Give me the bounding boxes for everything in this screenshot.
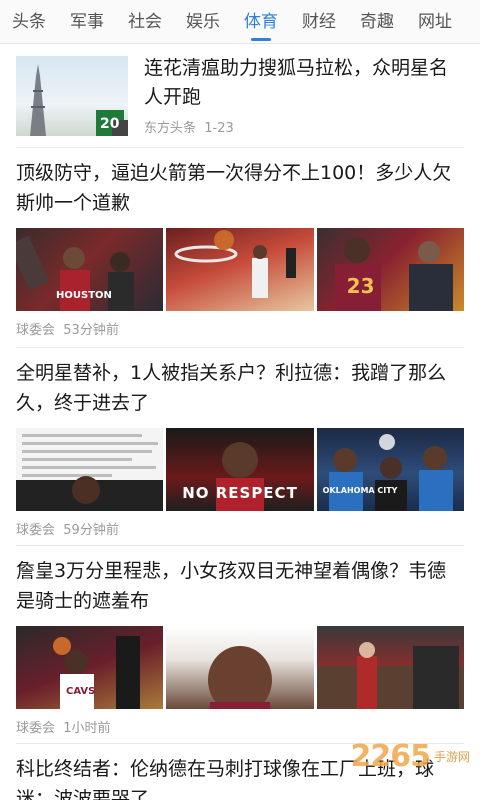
news-title: 全明星替补，1人被指关系户？利拉德：我蹭了那么久，终于进去了 [16, 362, 447, 414]
jersey-text: CAVS [66, 686, 96, 697]
news-image [166, 228, 314, 311]
news-image [166, 626, 314, 709]
thumbnail-sign-text: 20 [100, 116, 120, 132]
news-image-row: CAVS [16, 626, 464, 709]
site-watermark: 2265 手游网 [350, 739, 470, 774]
watermark-subtext: 手游网 [433, 750, 470, 764]
news-source: 球委会 [16, 721, 56, 736]
news-image: NO RESPECT [166, 428, 314, 511]
news-image: OKLAHOMA CITY [316, 428, 464, 511]
watermark-logo-text: 2265 [350, 739, 430, 774]
news-item[interactable]: 全明星替补，1人被指关系户？利拉德：我蹭了那么久，终于进去了 NO RESPEC… [16, 348, 464, 546]
news-time: 1-23 [204, 121, 234, 136]
jersey-number: 23 [346, 274, 375, 298]
news-source: 东方头条 [144, 121, 197, 136]
basketball-hoop-image [174, 230, 297, 298]
news-title: 顶级防守，逼迫火箭第一次得分不上100！多少人欠斯帅一个道歉 [16, 162, 452, 214]
tab-sports[interactable]: 体育 [232, 0, 290, 44]
news-time: 1小时前 [63, 721, 111, 736]
jersey-text: OKLAHOMA CITY [322, 486, 398, 495]
player-photo-image [16, 476, 164, 511]
news-image [316, 626, 464, 709]
tab-websites[interactable]: 网址 [406, 0, 464, 44]
no-respect-caption: NO RESPECT [182, 484, 298, 502]
news-item[interactable]: 20 连花清瘟助力搜狐马拉松，众明星名人开跑 东方头条 1-23 [16, 44, 464, 148]
news-time: 59分钟前 [63, 523, 119, 538]
news-thumbnail: 20 [16, 56, 128, 136]
jersey-text: HOUSTON [56, 290, 112, 301]
tab-military[interactable]: 军事 [58, 0, 116, 44]
news-item[interactable]: 詹皇3万分里程悲，小女孩双目无神望着偶像？韦德是骑士的遮羞布 CAVS 球委会 … [16, 546, 464, 744]
news-source: 球委会 [16, 323, 56, 338]
news-time: 53分钟前 [63, 323, 119, 338]
tab-entertainment[interactable]: 娱乐 [174, 0, 232, 44]
news-meta: 球委会 53分钟前 [16, 321, 464, 351]
news-image [16, 428, 164, 511]
news-meta: 东方头条 1-23 [144, 117, 234, 136]
news-image-row: NO RESPECT OKLAHOMA CITY [16, 428, 464, 511]
news-source: 球委会 [16, 523, 56, 538]
news-item[interactable]: 顶级防守，逼迫火箭第一次得分不上100！多少人欠斯帅一个道歉 HOUSTON 2… [16, 148, 464, 348]
tab-finance[interactable]: 财经 [290, 0, 348, 44]
tab-headlines[interactable]: 头条 [0, 0, 58, 44]
news-image: HOUSTON [16, 228, 164, 311]
players-image [334, 237, 453, 311]
tab-society[interactable]: 社会 [116, 0, 174, 44]
crowd-image [316, 642, 464, 709]
player-closeup-image [208, 646, 273, 709]
okc-players-image [328, 434, 453, 511]
category-tab-bar: 头条 军事 社会 娱乐 体育 财经 奇趣 网址 [0, 0, 480, 44]
news-image-row: HOUSTON 23 [16, 228, 464, 311]
news-image: 23 [316, 228, 464, 311]
news-feed: 20 连花清瘟助力搜狐马拉松，众明星名人开跑 东方头条 1-23 顶级防守，逼迫… [0, 44, 480, 800]
news-title: 连花清瘟助力搜狐马拉松，众明星名人开跑 [144, 57, 449, 108]
news-image: CAVS [16, 626, 164, 709]
news-title: 詹皇3万分里程悲，小女孩双目无神望着偶像？韦德是骑士的遮羞布 [16, 560, 447, 612]
tab-curiosities[interactable]: 奇趣 [348, 0, 406, 44]
